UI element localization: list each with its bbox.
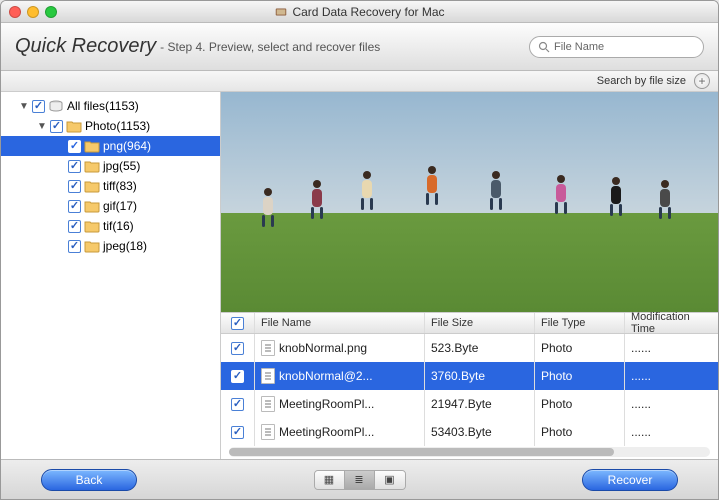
- disclosure-icon[interactable]: ▼: [19, 101, 29, 112]
- sidebar-item-label: All files(1153): [67, 99, 139, 113]
- add-filter-button[interactable]: +: [694, 73, 710, 89]
- file-size: 21947.Byte: [425, 390, 535, 418]
- sidebar-item[interactable]: png(964): [1, 136, 220, 156]
- folder-icon: [84, 139, 100, 153]
- sidebar-item-label: Photo(1153): [85, 119, 150, 133]
- file-size: 3760.Byte: [425, 362, 535, 390]
- col-time[interactable]: Modification Time: [625, 313, 718, 333]
- file-type: Photo: [535, 334, 625, 362]
- checkbox[interactable]: [68, 140, 81, 153]
- filter-label: Search by file size: [597, 75, 686, 87]
- sidebar-item-label: gif(17): [103, 199, 137, 213]
- sidebar-item-label: jpg(55): [103, 159, 140, 173]
- step-label: - Step 4. Preview, select and recover fi…: [160, 40, 380, 54]
- file-icon: [261, 368, 275, 384]
- file-icon: [261, 396, 275, 412]
- sidebar-item[interactable]: gif(17): [1, 196, 220, 216]
- sidebar-item[interactable]: jpg(55): [1, 156, 220, 176]
- sidebar-item[interactable]: tiff(83): [1, 176, 220, 196]
- sidebar-item[interactable]: jpeg(18): [1, 236, 220, 256]
- col-type[interactable]: File Type: [535, 313, 625, 333]
- drive-icon: [48, 99, 64, 113]
- file-size: 523.Byte: [425, 334, 535, 362]
- folder-icon: [84, 179, 100, 193]
- folder-icon: [84, 219, 100, 233]
- checkbox[interactable]: [50, 120, 63, 133]
- sidebar-item-label: png(964): [103, 139, 151, 153]
- sidebar-item-label: jpeg(18): [103, 239, 147, 253]
- row-checkbox[interactable]: [231, 370, 244, 383]
- grid-view-icon[interactable]: ▦: [315, 471, 345, 489]
- sidebar[interactable]: ▼ All files(1153) ▼ Photo(1153) png(964) jpg(…: [1, 92, 221, 459]
- file-name: MeetingRoomPl...: [279, 397, 374, 411]
- file-type: Photo: [535, 362, 625, 390]
- row-checkbox[interactable]: [231, 342, 244, 355]
- col-name[interactable]: File Name: [255, 313, 425, 333]
- table-row[interactable]: knobNormal@2... 3760.BytePhoto......: [221, 362, 718, 390]
- list-view-icon[interactable]: ≣: [345, 471, 375, 489]
- app-icon: [274, 5, 288, 19]
- table-row[interactable]: MeetingRoomPl... 53403.BytePhoto......: [221, 418, 718, 446]
- folder-icon: [66, 119, 82, 133]
- table-body[interactable]: knobNormal.png523.BytePhoto......knobNor…: [221, 334, 718, 459]
- table-row[interactable]: MeetingRoomPl... 21947.BytePhoto......: [221, 390, 718, 418]
- checkbox[interactable]: [68, 160, 81, 173]
- horizontal-scrollbar[interactable]: [229, 447, 710, 457]
- checkbox[interactable]: [68, 220, 81, 233]
- sidebar-item-label: tif(16): [103, 219, 134, 233]
- file-name: knobNormal@2...: [279, 369, 373, 383]
- disclosure-icon[interactable]: ▼: [37, 121, 47, 132]
- search-input[interactable]: File Name: [529, 36, 704, 58]
- filter-bar: Search by file size +: [1, 71, 718, 92]
- checkbox[interactable]: [68, 200, 81, 213]
- folder-icon: [84, 239, 100, 253]
- sidebar-item[interactable]: ▼ Photo(1153): [1, 116, 220, 136]
- folder-icon: [84, 159, 100, 173]
- file-icon: [261, 340, 275, 356]
- file-time: ......: [625, 418, 718, 446]
- row-checkbox[interactable]: [231, 426, 244, 439]
- table-row[interactable]: knobNormal.png 523.BytePhoto......: [221, 334, 718, 362]
- file-name: MeetingRoomPl...: [279, 425, 374, 439]
- footer: Back ▦ ≣ ▣ Recover: [1, 459, 718, 499]
- checkbox[interactable]: [32, 100, 45, 113]
- file-size: 53403.Byte: [425, 418, 535, 446]
- file-time: ......: [625, 390, 718, 418]
- select-all-checkbox[interactable]: [231, 317, 244, 330]
- view-mode-segment[interactable]: ▦ ≣ ▣: [314, 470, 406, 490]
- page-title: Quick Recovery: [15, 35, 156, 58]
- sidebar-item[interactable]: ▼ All files(1153): [1, 96, 220, 116]
- header: Quick Recovery - Step 4. Preview, select…: [1, 23, 718, 71]
- folder-icon: [84, 199, 100, 213]
- detail-view-icon[interactable]: ▣: [375, 471, 405, 489]
- back-button[interactable]: Back: [41, 469, 137, 491]
- row-checkbox[interactable]: [231, 398, 244, 411]
- search-icon: [538, 41, 550, 53]
- file-time: ......: [625, 334, 718, 362]
- titlebar: Card Data Recovery for Mac: [1, 1, 718, 23]
- checkbox[interactable]: [68, 240, 81, 253]
- search-placeholder: File Name: [554, 41, 604, 53]
- file-icon: [261, 424, 275, 440]
- recover-button[interactable]: Recover: [582, 469, 678, 491]
- window-title: Card Data Recovery for Mac: [292, 5, 444, 19]
- preview-image: [221, 92, 718, 312]
- file-time: ......: [625, 362, 718, 390]
- col-size[interactable]: File Size: [425, 313, 535, 333]
- sidebar-item-label: tiff(83): [103, 179, 137, 193]
- sidebar-item[interactable]: tif(16): [1, 216, 220, 236]
- file-type: Photo: [535, 418, 625, 446]
- checkbox[interactable]: [68, 180, 81, 193]
- file-name: knobNormal.png: [279, 341, 367, 355]
- file-type: Photo: [535, 390, 625, 418]
- table-header: File Name File Size File Type Modificati…: [221, 312, 718, 334]
